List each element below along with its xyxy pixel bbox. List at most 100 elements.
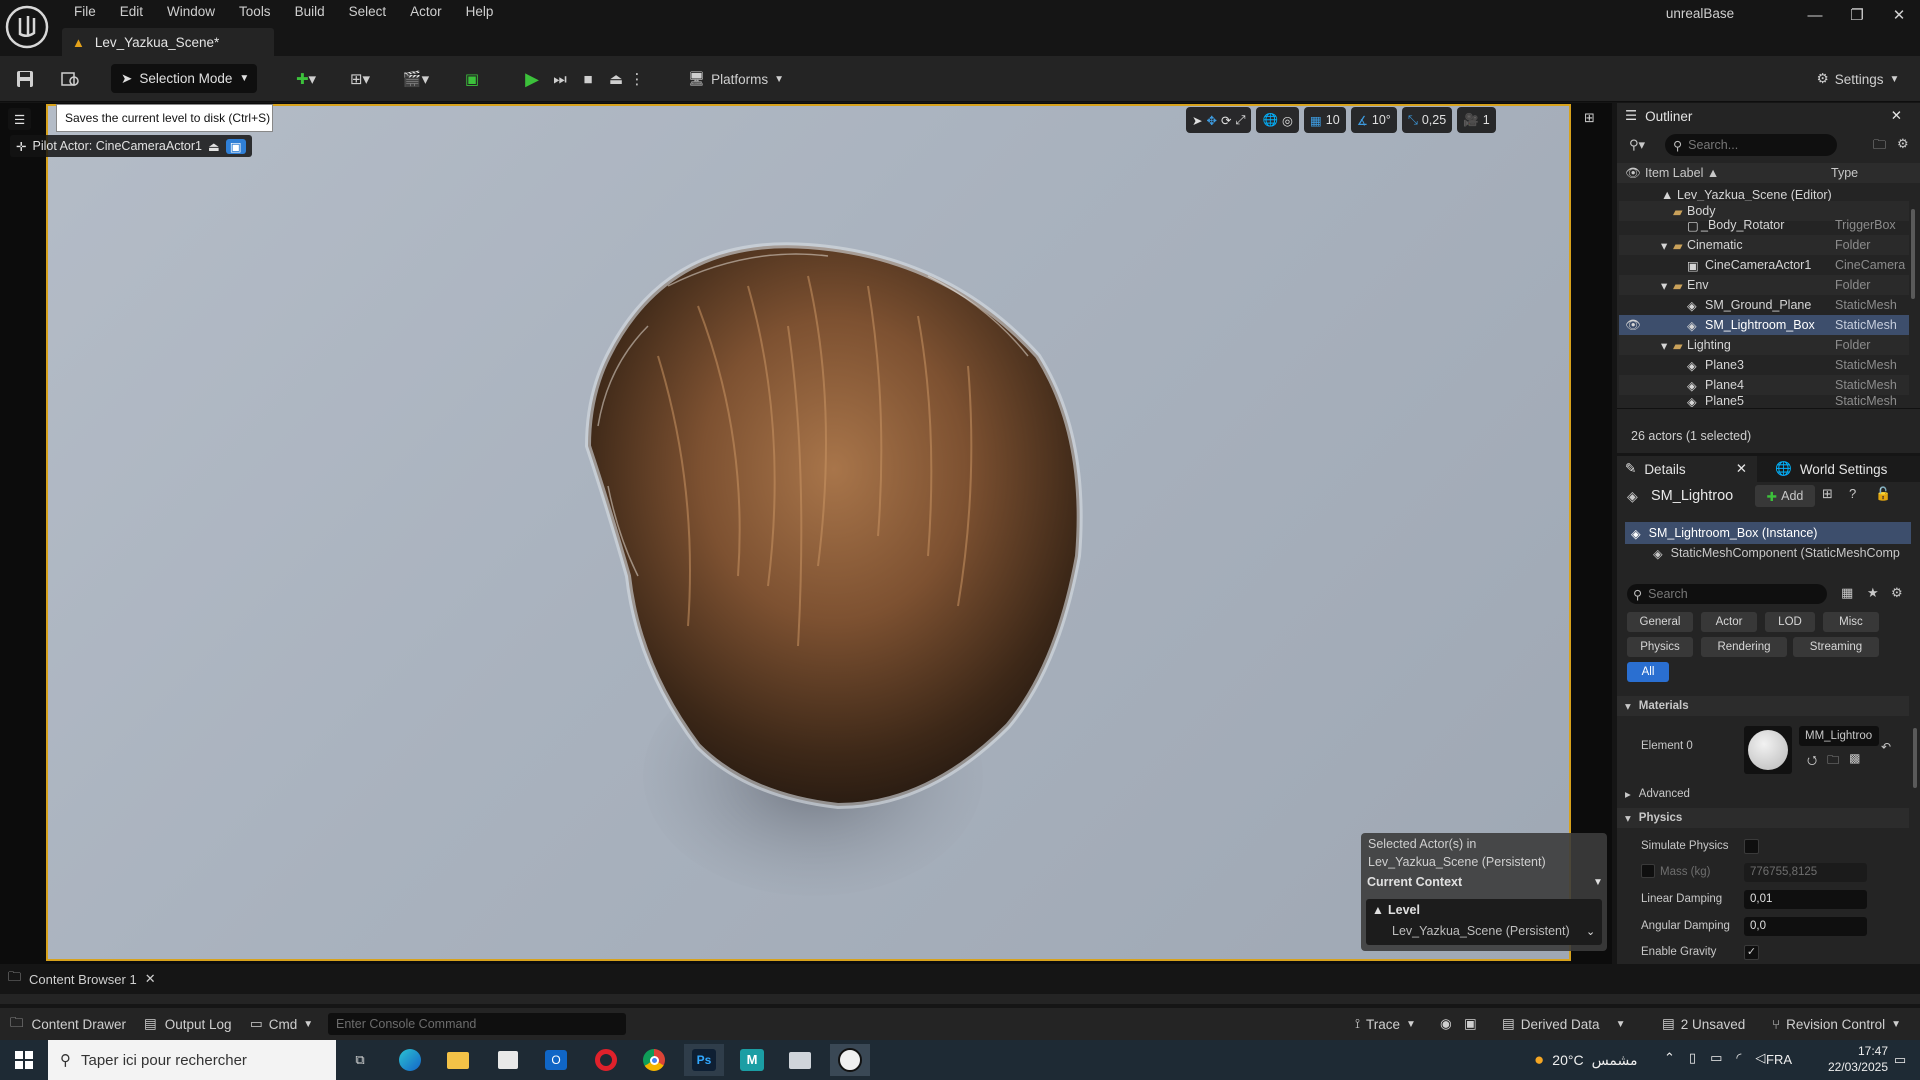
outliner-row[interactable]: ◈ Plane4 StaticMesh <box>1619 375 1909 395</box>
filter-general[interactable]: General <box>1627 612 1693 632</box>
blueprint-icon[interactable]: ⊞ <box>1822 486 1833 502</box>
settings-button[interactable]: ⚙ Settings ▼ <box>1808 64 1908 94</box>
cinematics-icon[interactable]: 🎬▾ <box>396 64 436 94</box>
taskbar-search-input[interactable]: ⚲ Taper ici pour rechercher <box>48 1040 336 1080</box>
table-view-icon[interactable]: ▦ <box>1841 585 1853 601</box>
advanced-section[interactable]: ▸ Advanced <box>1617 784 1909 804</box>
app-window-icon[interactable] <box>780 1044 820 1076</box>
outliner-row[interactable]: ▢ _Body_Rotator TriggerBox <box>1619 215 1909 235</box>
blueprint-icon[interactable]: ⊞▾ <box>340 64 380 94</box>
browse-icon[interactable] <box>56 64 86 94</box>
outliner-row[interactable]: ▣ CineCameraActor1 CineCamera <box>1619 255 1909 275</box>
outliner-row[interactable]: ▾ ▰ Lighting Folder <box>1619 335 1909 355</box>
help-icon[interactable]: ? <box>1849 486 1856 501</box>
menu-window[interactable]: Window <box>155 0 227 24</box>
task-view-icon[interactable]: ⧉ <box>340 1044 380 1076</box>
step-icon[interactable]: ⏭ <box>548 64 572 94</box>
filter-icon[interactable]: ⚲▾ <box>1629 137 1645 153</box>
add-folder-icon[interactable]: 🗀 <box>1873 136 1886 158</box>
menu-edit[interactable]: Edit <box>108 0 155 24</box>
rotation-snap-group[interactable]: ∡ 10° <box>1350 107 1397 133</box>
chevron-up-icon[interactable]: ⌃ <box>1664 1050 1675 1066</box>
wifi-icon[interactable]: ◜ <box>1736 1050 1741 1066</box>
unreal-taskbar-icon[interactable] <box>830 1044 870 1076</box>
camera-speed-group[interactable]: 🎥 1 <box>1457 107 1496 133</box>
material-thumbnail[interactable] <box>1744 726 1792 774</box>
details-tab[interactable]: ✎ Details ✕ <box>1617 456 1757 482</box>
screenshot-icon[interactable]: ▣ <box>1464 1016 1477 1032</box>
filter-streaming[interactable]: Streaming <box>1793 637 1879 657</box>
surface-snap-icon[interactable]: ◎ <box>1282 113 1293 128</box>
select-tool-icon[interactable]: ➤ <box>1192 113 1202 128</box>
unreal-logo-icon[interactable] <box>4 4 50 50</box>
menu-build[interactable]: Build <box>283 0 337 24</box>
col-item-label[interactable]: Item Label ▲ <box>1645 166 1719 180</box>
star-icon[interactable]: ★ <box>1867 585 1879 601</box>
eject-icon[interactable]: ⏏ <box>604 64 628 94</box>
physics-section[interactable]: ▾ Physics <box>1617 808 1909 828</box>
maya-icon[interactable]: M <box>732 1044 772 1076</box>
level-tab[interactable]: ▲ Lev_Yazkua_Scene* <box>62 28 274 56</box>
outliner-row[interactable]: ▾ ▰ Env Folder <box>1619 275 1909 295</box>
material-name-field[interactable]: MM_Lightroo <box>1799 726 1879 746</box>
outliner-row-selected[interactable]: 👁 ◈ SM_Lightroom_Box StaticMesh <box>1619 315 1909 335</box>
menu-select[interactable]: Select <box>337 0 399 24</box>
close-tab-icon[interactable]: ✕ <box>1736 461 1747 477</box>
opera-icon[interactable] <box>586 1044 626 1076</box>
play-icon[interactable]: ▶ <box>520 64 544 94</box>
outlook-icon[interactable]: O <box>536 1044 576 1076</box>
scale-tool-icon[interactable]: ⤢ <box>1235 113 1245 128</box>
angular-damping-field[interactable]: 0,0 <box>1744 917 1867 936</box>
cmd-dropdown[interactable]: ▭ Cmd ▼ <box>250 1016 313 1032</box>
selection-mode-dropdown[interactable]: ➤ Selection Mode ▼ <box>111 64 257 93</box>
output-log-button[interactable]: ▤ Output Log <box>144 1016 232 1032</box>
level-viewport[interactable] <box>46 104 1571 961</box>
eject-pilot-icon[interactable]: ⏏ <box>208 139 220 154</box>
outliner-row[interactable]: ▾ ▰ Cinematic Folder <box>1619 235 1909 255</box>
rotate-tool-icon[interactable]: ⟳ <box>1221 113 1231 128</box>
restore-icon[interactable]: ❐ <box>1837 4 1877 26</box>
menu-help[interactable]: Help <box>454 0 506 24</box>
reset-icon[interactable]: ↶ <box>1881 740 1891 754</box>
level-dropdown[interactable]: ▲ Level Lev_Yazkua_Scene (Persistent) ⌄ <box>1366 899 1602 945</box>
modes-icon[interactable]: ▣ <box>460 64 484 94</box>
add-component-button[interactable]: ✚ Add <box>1755 485 1815 507</box>
simulate-physics-checkbox[interactable] <box>1744 839 1759 854</box>
visibility-icon[interactable]: 👁 <box>1625 166 1641 181</box>
filter-physics[interactable]: Physics <box>1627 637 1693 657</box>
grid-snap-group[interactable]: ▦ 10 <box>1303 107 1346 133</box>
gear-icon[interactable]: ⚙ <box>1897 136 1909 152</box>
gear-icon[interactable]: ⚙ <box>1891 585 1903 601</box>
materials-section[interactable]: ▾ Materials <box>1617 696 1909 716</box>
clear-icon[interactable]: ▩ <box>1849 751 1860 772</box>
outliner-row[interactable]: ◈ Plane3 StaticMesh <box>1619 355 1909 375</box>
filter-rendering[interactable]: Rendering <box>1701 637 1787 657</box>
use-selected-icon[interactable]: ⭯ <box>1807 751 1817 772</box>
stop-icon[interactable]: ■ <box>576 64 600 94</box>
outliner-tab[interactable]: ☰ Outliner ✕ <box>1617 103 1920 129</box>
world-space-icon[interactable]: 🌐 <box>1262 113 1278 128</box>
filter-actor[interactable]: Actor <box>1701 612 1757 632</box>
outliner-scrollbar[interactable] <box>1911 209 1915 299</box>
file-explorer-icon[interactable] <box>438 1044 478 1076</box>
mass-override-checkbox[interactable] <box>1641 864 1655 878</box>
monitor-icon[interactable]: ▭ <box>1710 1050 1722 1066</box>
unsaved-button[interactable]: ▤ 2 Unsaved <box>1662 1016 1745 1032</box>
trace-dropdown[interactable]: ⟟ Trace ▼ <box>1355 1016 1416 1032</box>
device-icon[interactable]: ▯ <box>1689 1050 1696 1066</box>
close-tab-icon[interactable]: ✕ <box>145 971 156 987</box>
enable-gravity-checkbox[interactable]: ✓ <box>1744 945 1759 960</box>
windows-start-icon[interactable] <box>4 1044 44 1076</box>
component-row[interactable]: ◈ StaticMeshComponent (StaticMeshComp <box>1653 546 1911 561</box>
record-icon[interactable]: ◉ <box>1440 1016 1452 1032</box>
viewport-layout-icon[interactable]: ⊞ <box>1584 110 1595 126</box>
instance-row[interactable]: ◈ SM_Lightroom_Box (Instance) <box>1625 522 1911 544</box>
menu-file[interactable]: File <box>62 0 108 24</box>
lock-icon[interactable]: 🔓 <box>1875 486 1891 502</box>
menu-actor[interactable]: Actor <box>398 0 454 24</box>
pilot-actor-badge[interactable]: ✛ Pilot Actor: CineCameraActor1 ⏏ ▣ <box>10 135 252 157</box>
world-settings-tab[interactable]: 🌐 World Settings <box>1767 456 1887 482</box>
notification-icon[interactable]: ▭ <box>1880 1044 1920 1076</box>
revision-control-dropdown[interactable]: ⑂ Revision Control ▼ <box>1772 1017 1901 1032</box>
platforms-button[interactable]: 🖥 Platforms ▼ <box>686 64 786 94</box>
